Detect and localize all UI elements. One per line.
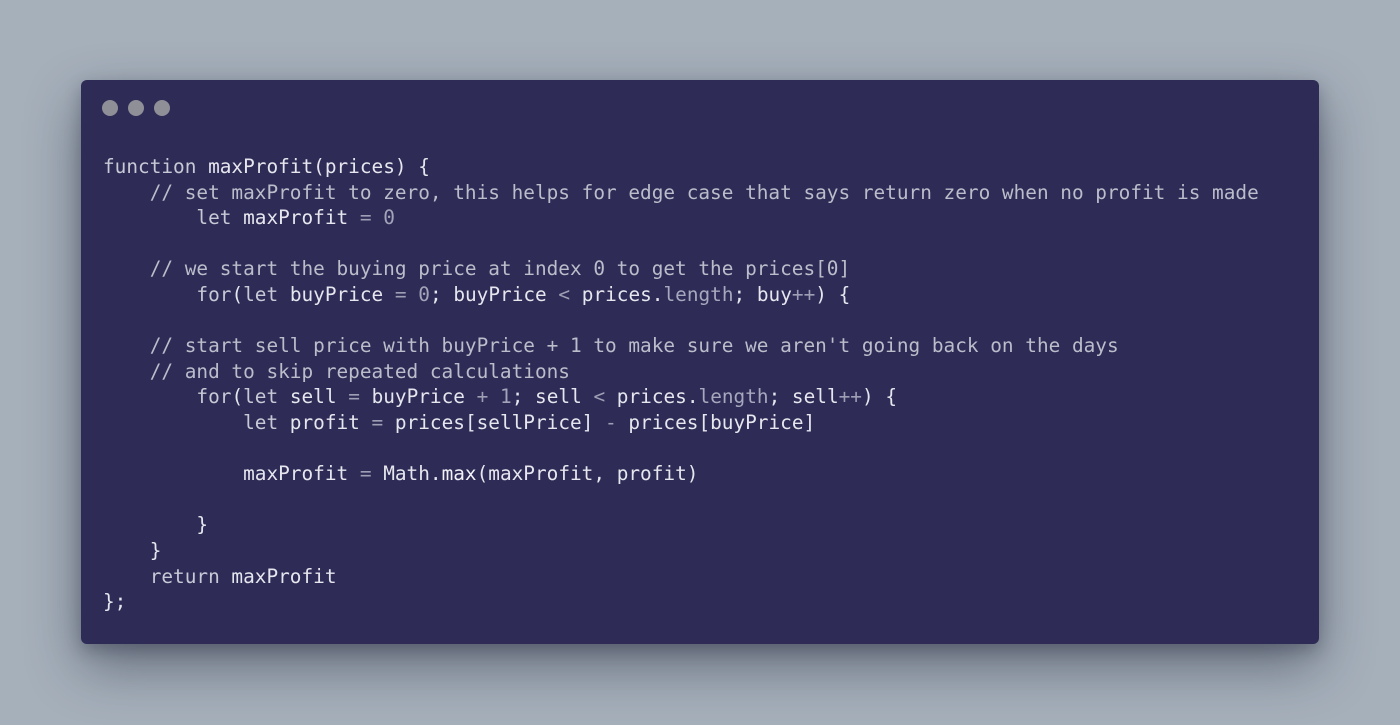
code-text: ; buy (733, 282, 792, 306)
minimize-button[interactable] (128, 100, 144, 116)
code-line-10: for(let sell = buyPrice + 1; sell < pric… (103, 384, 1309, 410)
operator: = (359, 462, 372, 486)
keyword: for (196, 385, 232, 409)
code-text: Math. (371, 462, 442, 486)
close-button[interactable] (102, 100, 118, 116)
keyword: function (103, 155, 197, 178)
code-text: ; sell (768, 385, 839, 409)
operator: < (593, 385, 606, 409)
operator: = (359, 206, 372, 230)
code-line-16: } (103, 538, 1309, 564)
operator: + (476, 385, 489, 409)
function-name: max (441, 462, 477, 486)
code-text: prices. (605, 385, 699, 409)
code-text: prices[sellPrice] (383, 410, 606, 434)
code-text: maxProfit (219, 564, 337, 588)
code-comment: // we start the buying price at index 0 … (149, 257, 851, 281)
property: length (663, 282, 734, 306)
code-text: } (149, 538, 162, 562)
code-line-6: for(let buyPrice = 0; buyPrice < prices.… (103, 282, 1309, 308)
code-text: buyPrice (359, 385, 477, 409)
code-text: ; buyPrice (429, 282, 559, 306)
code-text: maxProfit(prices) { (196, 155, 430, 178)
code-line-15: } (103, 512, 1309, 538)
operator: < (558, 282, 571, 306)
code-text: (maxProfit, profit) (476, 462, 699, 486)
code-line-1: function maxProfit(prices) { (103, 154, 1309, 180)
keyword: let (243, 385, 279, 409)
code-text: ( (231, 282, 244, 306)
operator: - (605, 410, 617, 434)
code-comment: // and to skip repeated calculations (149, 359, 570, 383)
number-literal: 0 (418, 282, 430, 306)
code-text: sell (278, 385, 349, 409)
operator: = (394, 282, 407, 306)
maximize-button[interactable] (154, 100, 170, 116)
code-line-3: let maxProfit = 0 (103, 205, 1309, 231)
property: length (698, 385, 769, 409)
code-text: ) { (861, 385, 898, 409)
keyword: let (243, 282, 279, 306)
operator: = (348, 385, 360, 409)
code-window: function maxProfit(prices) { // set maxP… (81, 80, 1319, 644)
operator: ++ (838, 385, 862, 409)
code-text: maxProfit (231, 206, 360, 230)
code-text: ) { (815, 282, 851, 306)
operator: ++ (791, 282, 816, 306)
code-text: buyPrice (278, 282, 395, 306)
code-line-8: // start sell price with buyPrice + 1 to… (103, 333, 1309, 359)
code-text: prices[buyPrice] (616, 410, 816, 434)
code-line-18: }; (103, 589, 1309, 615)
keyword: return (149, 564, 220, 588)
code-text: ; sell (511, 385, 594, 409)
code-text: } (196, 513, 209, 537)
code-line-9: // and to skip repeated calculations (103, 359, 1309, 385)
code-line-11: let profit = prices[sellPrice] - prices[… (103, 410, 1309, 436)
code-text: }; (103, 590, 127, 614)
operator: = (371, 410, 384, 434)
code-text: prices. (570, 282, 664, 306)
code-line-13: maxProfit = Math.max(maxProfit, profit) (103, 461, 1309, 487)
number-literal: 0 (371, 206, 395, 230)
window-controls (102, 100, 170, 116)
code-line-2: // set maxProfit to zero, this helps for… (103, 180, 1309, 206)
keyword: let (243, 410, 279, 434)
keyword: let (196, 206, 232, 230)
code-block: function maxProfit(prices) { // set maxP… (103, 154, 1309, 615)
code-line-5: // we start the buying price at index 0 … (103, 256, 1309, 282)
keyword: for (196, 282, 232, 306)
code-line-17: return maxProfit (103, 564, 1309, 590)
number-literal: 1 (500, 385, 512, 409)
code-text: maxProfit (243, 462, 360, 486)
code-comment: // set maxProfit to zero, this helps for… (149, 180, 1259, 204)
code-text: ( (231, 385, 244, 409)
code-text: profit (278, 410, 372, 434)
code-comment: // start sell price with buyPrice + 1 to… (149, 334, 1119, 358)
